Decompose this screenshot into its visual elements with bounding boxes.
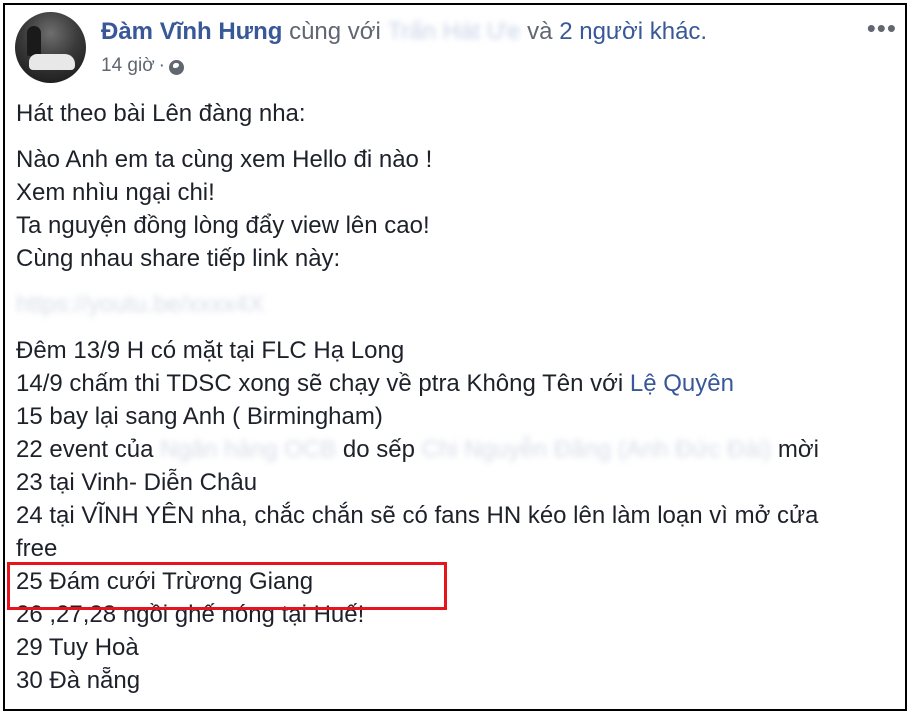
author-avatar[interactable]	[15, 12, 86, 83]
schedule-text: 22 event của	[16, 436, 161, 463]
author-name-link[interactable]: Đàm Vĩnh Hưng	[101, 18, 282, 45]
red-highlight-box	[7, 562, 447, 610]
schedule-line: 15 bay lại sang Anh ( Birmingham)	[16, 403, 383, 430]
meta-separator: ·	[158, 55, 165, 76]
schedule-line: 29 Tuy Hoà	[16, 634, 139, 661]
avatar-car-shape	[29, 54, 75, 70]
blurred-sponsor: Ngân hàng OCB	[160, 436, 337, 463]
schedule-line-continued: free	[16, 535, 58, 562]
avatar-person-shape	[27, 26, 41, 56]
and-text: và	[527, 18, 553, 45]
blurred-person: Chi Nguyễn Đăng (Anh Đức Đài)	[421, 436, 772, 463]
blurred-link[interactable]: https://youtu.be/xxxx4X	[16, 288, 264, 321]
schedule-text: mời	[771, 436, 819, 463]
tagged-user-blurred[interactable]: Trấn Hát Ưe	[388, 17, 521, 47]
facebook-post-card: Đàm Vĩnh Hưng cùng với Trấn Hát Ưe và 2 …	[3, 3, 907, 711]
with-text: cùng với	[289, 18, 381, 45]
post-meta: 14 giờ ·	[101, 53, 184, 79]
schedule-text: do sếp	[336, 436, 422, 463]
mention-link[interactable]: Lệ Quyên	[630, 370, 734, 397]
others-link[interactable]: 2 người khác.	[559, 18, 707, 45]
schedule-line: Đêm 13/9 H có mặt tại FLC Hạ Long	[16, 337, 405, 364]
blurred-link-line: https://youtu.be/xxxx4X	[16, 288, 819, 321]
globe-icon[interactable]	[169, 59, 184, 75]
schedule-line: 23 tại Vinh- Diễn Châu	[16, 469, 258, 496]
lyric-line: Xem nhìu ngại chi!	[16, 179, 215, 206]
more-options-icon[interactable]: •••	[867, 15, 897, 41]
schedule-line: 22 event của Ngân hàng OCB do sếp Chi Ng…	[16, 433, 819, 466]
post-header-names: Đàm Vĩnh Hưng cùng với Trấn Hát Ưe và 2 …	[101, 17, 707, 47]
intro-line: Hát theo bài Lên đàng nha:	[16, 100, 306, 127]
post-time-link[interactable]: 14 giờ	[101, 53, 155, 79]
lyric-line: Ta nguyện đồng lòng đẩy view lên cao!	[16, 212, 430, 239]
schedule-line: 30 Đà nẵng	[16, 667, 141, 694]
schedule-line: 24 tại VĨNH YÊN nha, chắc chắn sẽ có fan…	[16, 502, 819, 529]
lyric-line: Cùng nhau share tiếp link này:	[16, 245, 341, 272]
schedule-line: 14/9 chấm thi TDSC xong sẽ chạy về ptra …	[16, 367, 819, 400]
schedule-text: 14/9 chấm thi TDSC xong sẽ chạy về ptra …	[16, 370, 630, 397]
lyric-line: Nào Anh em ta cùng xem Hello đi nào !	[16, 146, 433, 173]
